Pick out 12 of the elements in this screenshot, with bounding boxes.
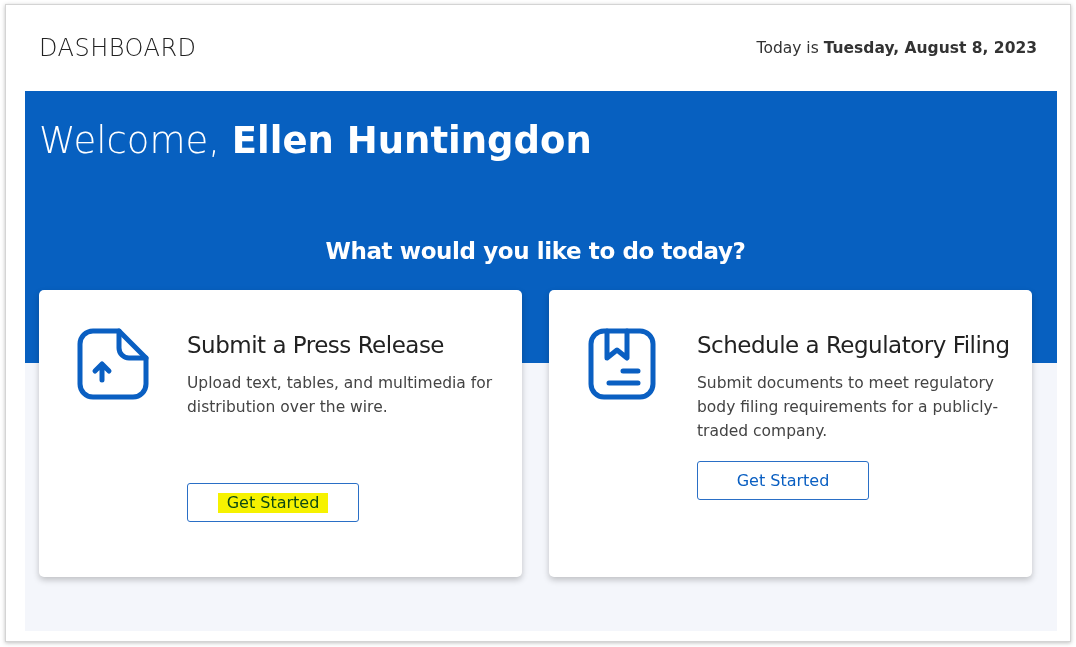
welcome-heading: Welcome, Ellen Huntingdon [39, 119, 593, 162]
date-text: Today is Tuesday, August 8, 2023 [756, 39, 1037, 57]
page-title: DASHBOARD [39, 34, 197, 62]
card-description: Submit documents to meet regulatory body filing requirements for a publicly-traded company. [697, 373, 999, 442]
card-description: Upload text, tables, and multimedia for distribution over the wire. [187, 373, 494, 418]
card-title: Schedule a Regulatory Filing [697, 331, 1011, 360]
document-bookmark-icon [587, 328, 659, 400]
get-started-button[interactable]: Get Started [697, 461, 869, 500]
card-title: Submit a Press Release [187, 331, 445, 360]
file-upload-icon [77, 328, 149, 400]
get-started-button[interactable]: Get Started [187, 483, 359, 522]
prompt-heading: What would you like to do today? [324, 238, 747, 264]
